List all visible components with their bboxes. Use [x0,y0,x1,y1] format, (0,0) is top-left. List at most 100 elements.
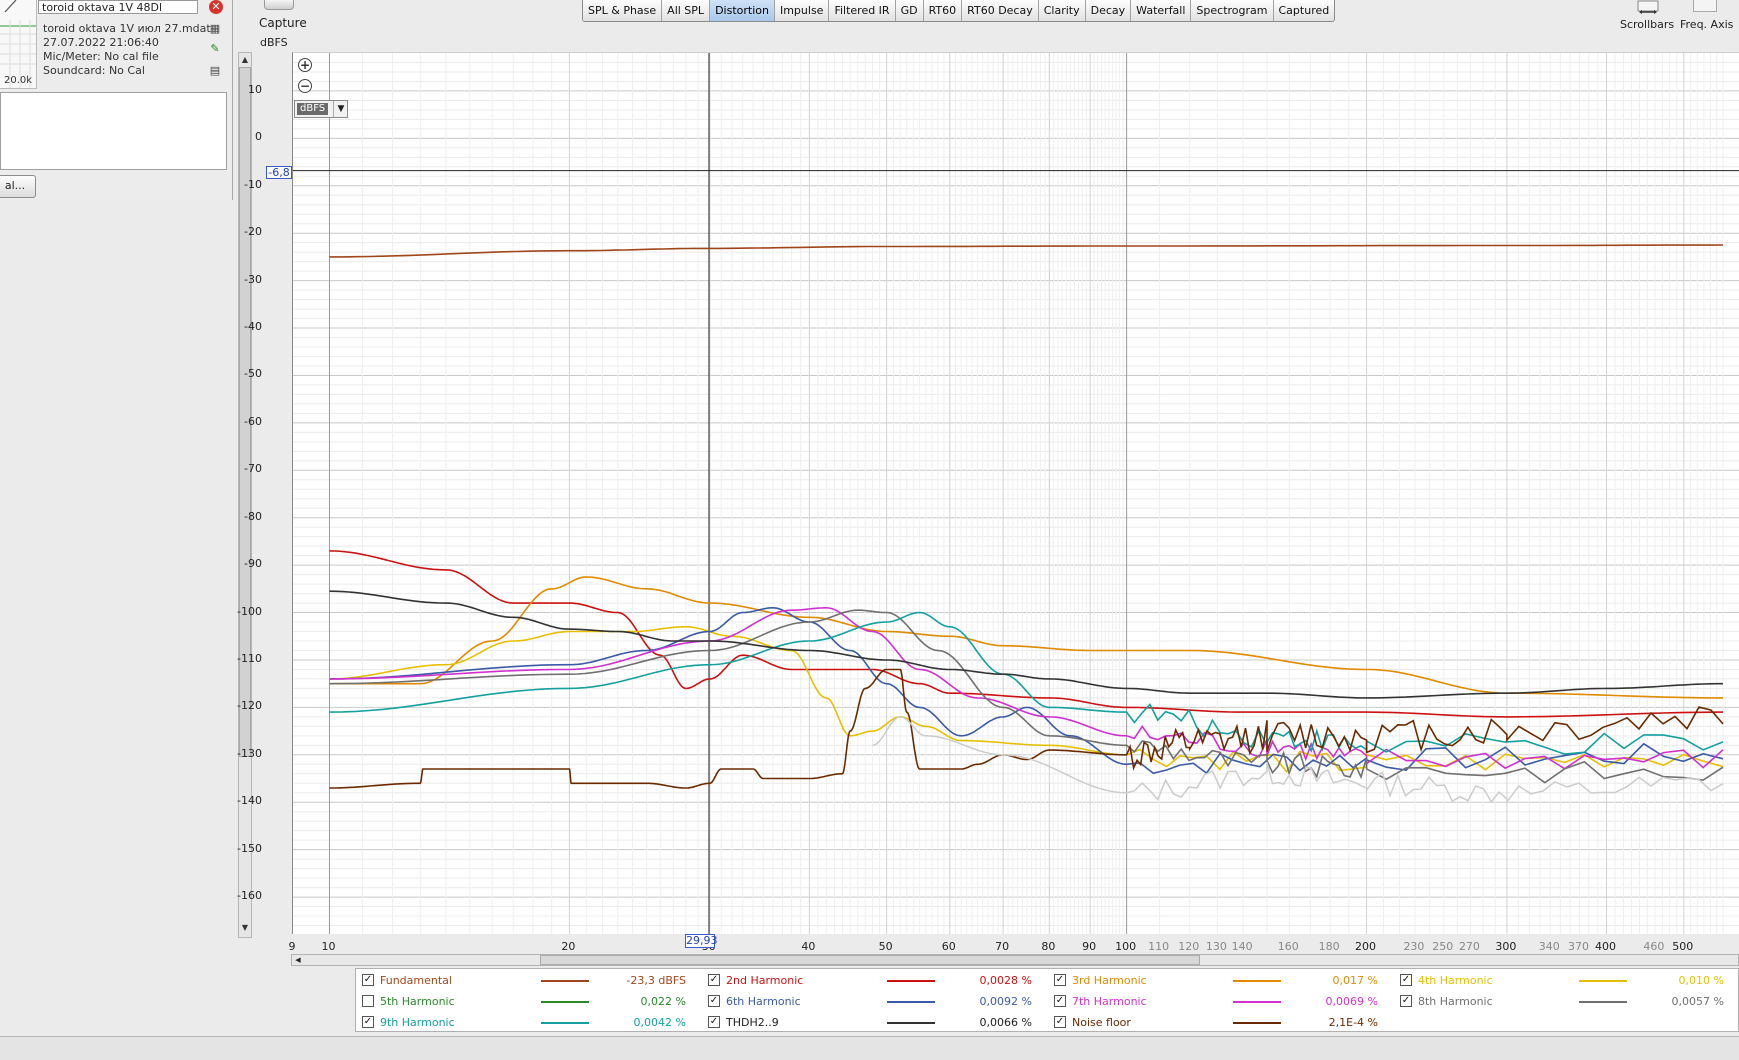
legend-name: 3rd Harmonic [1072,974,1147,987]
legend-value: 0,0042 % [633,1016,686,1029]
tab-filtered-ir[interactable]: Filtered IR [829,0,896,21]
freq-axis-icon[interactable] [1693,0,1717,12]
y-tick-label: 10 [248,82,262,96]
y-tick-label: -120 [237,699,262,713]
trace-legend: ✓ Fundamental -23,3 dBFS ✓ 2nd Harmonic 0,002… [355,968,1739,1032]
x-tick-label: 40 [801,940,816,953]
tab-impulse[interactable]: Impulse [774,0,830,21]
legend-item: ✓ 4th Harmonic 0,010 % [1394,970,1739,990]
cursor-y-readout[interactable]: -6,8 [266,166,292,179]
legend-checkbox[interactable]: ✓ [362,974,374,986]
legend-swatch [887,1001,935,1003]
tab-rt60[interactable]: RT60 [923,0,963,21]
status-bar [0,1036,1739,1060]
legend-swatch [541,1022,589,1024]
freq-axis-button[interactable]: Freq. Axis [1680,18,1733,31]
unit-select[interactable]: dBFS ▼ [294,100,348,118]
distortion-chart-svg [293,53,1739,934]
legend-checkbox[interactable]: ✓ [708,1016,720,1028]
x-tick-label: 9 [288,940,296,953]
x-tick-label: 20 [561,940,576,953]
measurement-name-field[interactable]: toroid oktava 1V 48Dl [38,0,198,14]
zoom-out-icon[interactable]: − [298,79,312,93]
tab-gd[interactable]: GD [895,0,924,21]
measurement-panel: 20.0k toroid oktava 1V 48Dl ✕ toroid okt… [0,0,233,200]
legend-checkbox[interactable]: ✓ [362,1016,374,1028]
legend-item: ✓ 3rd Harmonic 0,017 % [1048,970,1394,990]
legend-item: ✓ 8th Harmonic 0,0057 % [1394,991,1739,1011]
legend-item: ✓ 7th Harmonic 0,0069 % [1048,991,1394,1011]
x-tick-label: 120 [1178,940,1200,953]
x-tick-label: 130 [1205,940,1227,953]
chevron-down-icon[interactable]: ▼ [333,101,348,117]
y-tick-label: -60 [244,414,262,428]
tab-distortion[interactable]: Distortion [710,0,775,21]
scrollbars-button[interactable]: Scrollbars [1620,18,1674,31]
x-tick-label: 100 [1115,940,1137,953]
scroll-down-icon[interactable]: ▼ [239,921,251,935]
capture-icon[interactable] [264,0,294,10]
legend-checkbox[interactable]: ✓ [1400,974,1412,986]
x-tick-label: 180 [1318,940,1340,953]
scroll-left-icon[interactable]: ◀ [292,955,304,965]
y-tick-label: -30 [244,272,262,286]
legend-swatch [1233,1022,1281,1024]
tab-captured[interactable]: Captured [1273,0,1335,21]
notes-icon[interactable]: ▤ [208,64,222,78]
x-tick-label: 400 [1595,940,1617,953]
legend-checkbox[interactable]: ✓ [708,995,720,1007]
pencil-icon[interactable]: ✎ [208,42,222,56]
legend-name: THDH2..9 [726,1016,779,1029]
horizontal-scrollbar[interactable]: ◀ [291,954,1739,966]
close-measurement-icon[interactable]: ✕ [209,0,223,14]
scroll-up-icon[interactable]: ▲ [239,53,251,67]
y-tick-label: -90 [244,557,262,571]
distortion-graph[interactable] [292,52,1739,934]
tab-decay[interactable]: Decay [1085,0,1132,21]
legend-checkbox[interactable]: ✓ [1054,995,1066,1007]
scrollbars-icon[interactable] [1636,0,1660,14]
legend-item: ✓ 2nd Harmonic 0,0028 % [702,970,1048,990]
y-tick-label: -110 [237,651,262,665]
y-tick-label: -70 [244,462,262,476]
notes-textarea[interactable] [0,92,227,170]
legend-name: 9th Harmonic [380,1016,455,1029]
x-tick-label: 270 [1458,940,1480,953]
mic-meter-info: Mic/Meter: No cal file [43,50,159,63]
y-tick-label: -150 [237,841,262,855]
legend-swatch [541,1001,589,1003]
legend-checkbox[interactable]: ✓ [708,974,720,986]
x-tick-label: 160 [1277,940,1299,953]
zoom-in-icon[interactable]: + [298,58,312,72]
x-tick-label: 500 [1672,940,1694,953]
tab-waterfall[interactable]: Waterfall [1131,0,1192,21]
y-tick-label: -40 [244,320,262,334]
y-tick-label: -50 [244,367,262,381]
y-tick-label: -100 [237,604,262,618]
save-icon[interactable]: ▦ [208,22,222,36]
legend-name: 7th Harmonic [1072,995,1147,1008]
x-tick-label: 200 [1355,940,1377,953]
y-tick-label: -160 [237,889,262,903]
legend-name: Noise floor [1072,1016,1131,1029]
legend-item: ✓ 9th Harmonic 0,0042 % [356,1012,702,1032]
tab-rt60-decay[interactable]: RT60 Decay [962,0,1039,21]
legend-value: 0,0057 % [1671,995,1724,1008]
legend-swatch [1233,980,1281,982]
tab-clarity[interactable]: Clarity [1038,0,1086,21]
legend-checkbox[interactable]: ✓ [1054,1016,1066,1028]
y-tick-label: -20 [244,225,262,239]
cursor-x-readout[interactable]: 29,93 [685,934,718,948]
capture-label[interactable]: Capture [259,16,307,30]
trace-fundamental [329,244,1724,258]
legend-checkbox[interactable] [362,995,374,1007]
tab-spl-phase[interactable]: SPL & Phase [583,0,663,21]
horizontal-scroll-thumb[interactable] [540,955,1200,965]
cal-button[interactable]: al... [0,175,36,198]
tab-all-spl[interactable]: All SPL [662,0,711,21]
legend-checkbox[interactable]: ✓ [1054,974,1066,986]
tab-spectrogram[interactable]: Spectrogram [1191,0,1274,21]
measurement-thumbnail[interactable]: 20.0k [0,0,37,89]
legend-checkbox[interactable]: ✓ [1400,995,1412,1007]
legend-name: 6th Harmonic [726,995,801,1008]
